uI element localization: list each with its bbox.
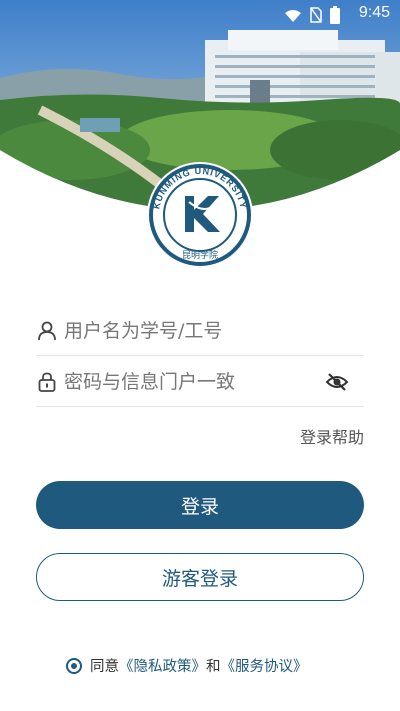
password-input[interactable] bbox=[64, 371, 324, 393]
agreement-row: 同意 《隐私政策》 和 《服务协议》 bbox=[66, 655, 308, 676]
privacy-policy-link[interactable]: 《隐私政策》 bbox=[119, 655, 206, 676]
lock-icon bbox=[36, 371, 58, 393]
university-logo: KUNMING UNIVERSITY 昆明学院 bbox=[145, 160, 255, 270]
no-sim-icon bbox=[310, 7, 322, 27]
agreement-prefix: 同意 bbox=[90, 659, 119, 675]
user-icon bbox=[36, 320, 58, 342]
logo-chinese-name: 昆明学院 bbox=[182, 249, 218, 261]
battery-icon bbox=[330, 6, 340, 28]
status-icons bbox=[284, 6, 340, 28]
username-input[interactable] bbox=[64, 320, 364, 342]
guest-login-button[interactable]: 游客登录 bbox=[36, 553, 364, 601]
agreement-and: 和 bbox=[206, 659, 221, 675]
radio-icon[interactable] bbox=[66, 657, 82, 674]
login-button[interactable]: 登录 bbox=[36, 481, 364, 529]
wifi-icon bbox=[284, 8, 302, 27]
login-help-link[interactable]: 登录帮助 bbox=[300, 424, 364, 448]
status-time: 9:45 bbox=[358, 4, 390, 21]
status-bar: 9:45 bbox=[0, 0, 400, 28]
service-agreement-link[interactable]: 《服务协议》 bbox=[221, 655, 308, 676]
username-field[interactable] bbox=[36, 307, 364, 356]
password-field[interactable] bbox=[36, 358, 364, 407]
eye-off-icon[interactable] bbox=[324, 369, 350, 395]
